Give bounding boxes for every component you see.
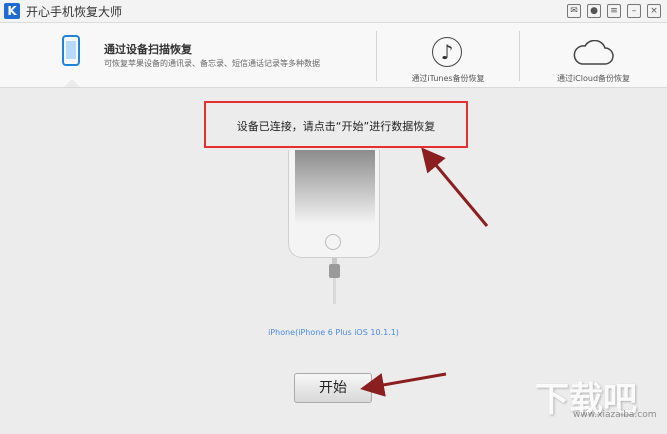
- watermark-url: www.xiazaiba.com: [573, 410, 657, 420]
- tab-itunes-label: 通过iTunes备份恢复: [411, 74, 485, 83]
- device-info-label: iPhone(iPhone 6 Plus iOS 10.1.1): [268, 328, 399, 337]
- tab-device-scan[interactable]: 通过设备扫描恢复 可恢复苹果设备的通讯录、备忘录、短信通话记录等多种数据: [0, 23, 376, 87]
- title-bar: K 开心手机恢复大师 ✉ ● ≡ – ×: [0, 0, 667, 23]
- connected-phone-illustration: [288, 150, 380, 258]
- arrow-to-status: [421, 147, 489, 227]
- start-button[interactable]: 开始: [294, 373, 372, 403]
- cable-plug-icon: [329, 264, 340, 278]
- cable-wire: [333, 278, 336, 304]
- recovery-mode-nav: 通过设备扫描恢复 可恢复苹果设备的通讯录、备忘录、短信通话记录等多种数据 ♪ 通…: [0, 23, 667, 88]
- minimize-icon[interactable]: –: [627, 4, 641, 18]
- status-message: 设备已连接，请点击“开始”进行数据恢复: [236, 120, 436, 133]
- tab-device-scan-title: 通过设备扫描恢复: [104, 43, 192, 56]
- home-button-icon: [325, 234, 341, 250]
- tab-device-scan-desc: 可恢复苹果设备的通讯录、备忘录、短信通话记录等多种数据: [104, 59, 320, 68]
- tab-icloud-backup[interactable]: 通过iCloud备份恢复: [520, 23, 667, 87]
- tab-itunes-backup[interactable]: ♪ 通过iTunes备份恢复: [377, 23, 519, 87]
- close-icon[interactable]: ×: [647, 4, 661, 18]
- arrow-to-start: [360, 372, 447, 397]
- feedback-icon[interactable]: ●: [587, 4, 601, 18]
- phone-screen: [295, 150, 375, 224]
- app-logo-icon: K: [4, 3, 20, 19]
- wechat-icon[interactable]: ✉: [567, 4, 581, 18]
- tab-icloud-label: 通过iCloud备份恢复: [556, 74, 631, 83]
- cloud-icon: [573, 40, 614, 65]
- app-title: 开心手机恢复大师: [26, 5, 123, 19]
- phone-icon: [62, 35, 80, 66]
- status-callout: 设备已连接，请点击“开始”进行数据恢复: [204, 101, 468, 148]
- active-tab-pointer: [64, 79, 80, 87]
- menu-icon[interactable]: ≡: [607, 4, 621, 18]
- music-note-icon: ♪: [432, 37, 462, 67]
- window-controls: ✉ ● ≡ – ×: [567, 4, 661, 18]
